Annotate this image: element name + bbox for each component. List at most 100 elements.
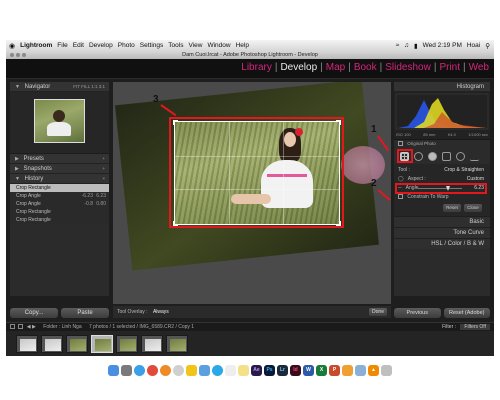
mail-icon[interactable] <box>199 364 210 376</box>
firefox-icon[interactable] <box>160 364 171 376</box>
module-slideshow[interactable]: Slideshow <box>383 62 433 73</box>
module-develop[interactable]: Develop <box>278 62 319 73</box>
module-book[interactable]: Book <box>352 62 379 73</box>
original-photo-checkbox[interactable] <box>398 141 403 147</box>
filmstrip-thumbnail[interactable] <box>116 334 138 353</box>
menu-develop[interactable]: Develop <box>89 42 113 49</box>
skype-icon[interactable] <box>212 364 223 376</box>
menu-help[interactable]: Help <box>236 42 249 49</box>
radial-filter-tool-icon[interactable] <box>456 151 465 161</box>
filter-select[interactable]: Filters Off <box>460 324 490 330</box>
presets-header[interactable]: ▶ Presets + <box>10 154 109 164</box>
copy-button[interactable]: Copy... <box>10 308 58 318</box>
navigator-header[interactable]: ▼ Navigator FIT FILL 1:1 3:1 <box>10 82 109 92</box>
second-window-icon[interactable] <box>18 324 24 330</box>
filmstrip-thumbnail[interactable] <box>166 334 188 353</box>
module-map[interactable]: Map <box>324 62 347 73</box>
done-button[interactable]: Done <box>369 308 387 316</box>
volume-icon[interactable]: ♫ <box>404 42 409 49</box>
add-snapshot-icon[interactable]: + <box>102 164 105 174</box>
basic-section-header[interactable]: Basic <box>394 216 490 227</box>
excel-icon[interactable]: X <box>316 364 327 376</box>
safari-icon[interactable] <box>134 364 145 376</box>
paste-button[interactable]: Paste <box>61 308 109 318</box>
filmstrip-thumbnail[interactable] <box>66 334 88 353</box>
history-header[interactable]: ▼ History × <box>10 174 109 184</box>
powerpoint-icon[interactable]: P <box>329 364 340 376</box>
apple-menu-icon[interactable]: ◉ <box>9 42 15 50</box>
finder-icon[interactable] <box>108 364 119 376</box>
menu-view[interactable]: View <box>188 42 202 49</box>
notes-icon[interactable] <box>238 364 249 376</box>
menu-clock[interactable]: Wed 2:19 PM <box>423 42 462 49</box>
after-effects-icon[interactable]: Ae <box>251 364 262 376</box>
lightroom-icon[interactable]: Lr <box>277 364 288 376</box>
vlc-icon[interactable]: ▲ <box>368 364 379 376</box>
photo-canvas[interactable] <box>113 82 391 304</box>
previous-button[interactable]: Previous <box>394 308 441 318</box>
filmstrip-thumbnail[interactable] <box>41 334 63 353</box>
zoom-window-icon[interactable] <box>22 53 26 57</box>
filmstrip-thumbnail[interactable] <box>141 334 163 353</box>
menu-app-name[interactable]: Lightroom <box>20 42 52 49</box>
crop-close-button[interactable]: Close <box>464 204 482 212</box>
chrome-icon[interactable] <box>147 364 158 376</box>
history-row[interactable]: Crop Rectangle <box>10 184 109 192</box>
filmstrip-thumbnail[interactable] <box>16 334 38 353</box>
navigator-zoom-options[interactable]: FIT FILL 1:1 3:1 <box>73 82 105 92</box>
hsl-section-header[interactable]: HSL / Color / B & W <box>394 238 490 249</box>
lock-icon[interactable]: ◯ <box>398 176 404 182</box>
crop-reset-button[interactable]: Reset <box>443 204 461 212</box>
spot-removal-tool-icon[interactable] <box>414 151 423 161</box>
menu-file[interactable]: File <box>57 42 67 49</box>
history-row[interactable]: Crop Rectangle <box>10 208 109 216</box>
module-web[interactable]: Web <box>467 62 491 73</box>
calendar-icon[interactable] <box>225 364 236 376</box>
constrain-checkbox[interactable] <box>398 194 403 200</box>
navigator-preview[interactable] <box>10 92 109 154</box>
history-row[interactable]: Crop Angle -6.23 6.23 <box>10 192 109 200</box>
word-icon[interactable]: W <box>303 364 314 376</box>
snapshots-header[interactable]: ▶ Snapshots + <box>10 164 109 174</box>
history-row[interactable]: Crop Rectangle <box>10 216 109 224</box>
red-eye-tool-icon[interactable] <box>428 151 437 161</box>
navigator-thumbnail[interactable] <box>34 99 85 143</box>
photoshop-icon[interactable]: Ps <box>264 364 275 376</box>
module-library[interactable]: Library <box>239 62 274 73</box>
minimize-window-icon[interactable] <box>16 53 20 57</box>
close-window-icon[interactable] <box>10 53 14 57</box>
trash-icon[interactable] <box>381 364 392 376</box>
module-print[interactable]: Print <box>437 62 462 73</box>
history-row[interactable]: Crop Angle -0.8 0.80 <box>10 200 109 208</box>
preview-icon[interactable] <box>355 364 366 376</box>
launchpad-icon[interactable] <box>121 364 132 376</box>
menu-window[interactable]: Window <box>207 42 230 49</box>
menu-tools[interactable]: Tools <box>168 42 183 49</box>
tone-curve-section-header[interactable]: Tone Curve <box>394 227 490 238</box>
tool-overlay-select[interactable]: Always <box>153 309 169 315</box>
adjustment-brush-tool-icon[interactable] <box>470 152 479 161</box>
reset-adobe-button[interactable]: Reset (Adobe) <box>443 308 490 318</box>
pages-icon[interactable] <box>342 364 353 376</box>
original-photo-toggle[interactable]: Original Photo <box>394 140 490 148</box>
battery-icon[interactable]: ▮ <box>414 42 418 50</box>
histogram[interactable]: ISO 100 85 mm f/4.0 1/1000 sec <box>394 92 490 140</box>
itunes-icon[interactable] <box>173 364 184 376</box>
histogram-header[interactable]: Histogram <box>394 82 490 92</box>
menu-settings[interactable]: Settings <box>140 42 164 49</box>
nav-arrows-icon[interactable]: ◀ ▶ <box>27 324 36 330</box>
graduated-filter-tool-icon[interactable] <box>442 151 451 161</box>
grid-view-icon[interactable] <box>10 324 15 330</box>
menu-edit[interactable]: Edit <box>73 42 84 49</box>
clear-history-icon[interactable]: × <box>102 174 105 184</box>
indesign-icon[interactable]: Id <box>290 364 301 376</box>
constrain-row[interactable]: Constrain To Warp <box>398 193 486 202</box>
menu-user[interactable]: Hoai <box>467 42 480 49</box>
photos-icon[interactable] <box>186 364 197 376</box>
menu-photo[interactable]: Photo <box>118 42 135 49</box>
spotlight-icon[interactable]: ⚲ <box>485 42 490 50</box>
filmstrip-folder[interactable]: Folder : Linh Nga <box>43 324 81 330</box>
filmstrip-thumbnail-selected[interactable] <box>91 334 113 353</box>
add-preset-icon[interactable]: + <box>102 154 105 164</box>
wifi-icon[interactable]: ≈ <box>396 42 400 49</box>
